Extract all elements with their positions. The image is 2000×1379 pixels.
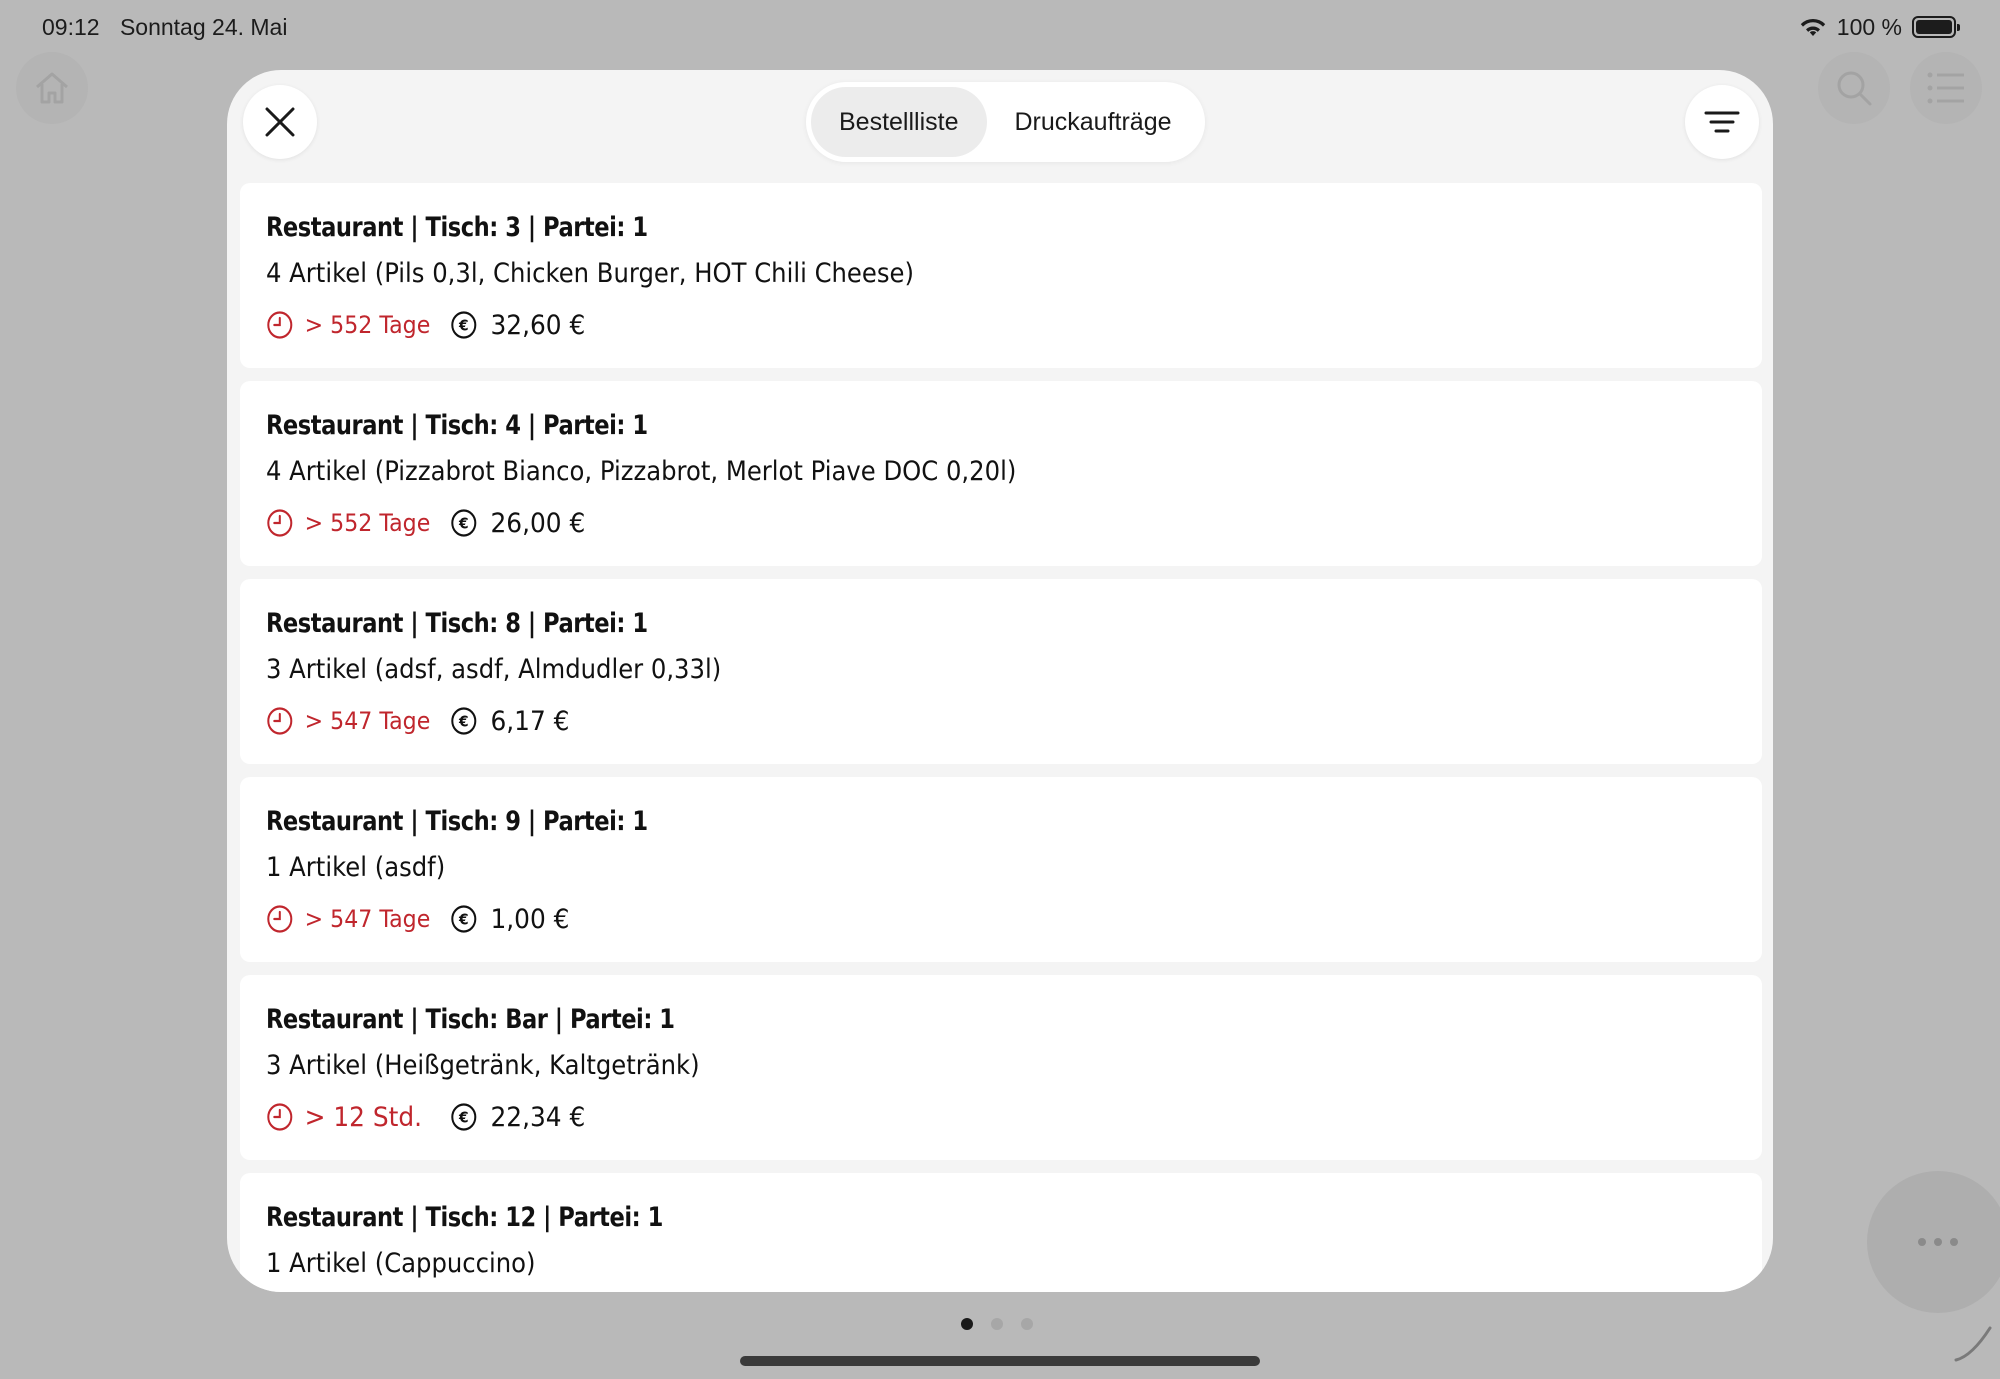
clock-icon [267, 311, 293, 339]
order-age-text: > 552 Tage [304, 311, 431, 339]
svg-text:€: € [458, 516, 469, 533]
more-button[interactable] [1867, 1171, 2000, 1313]
home-indicator[interactable] [740, 1356, 1260, 1366]
home-icon [36, 72, 68, 104]
page-indicator [961, 1318, 1033, 1330]
close-icon [265, 107, 295, 137]
view-switcher: Bestellliste Druckaufträge [806, 82, 1205, 162]
order-age-text: > 547 Tage [304, 707, 431, 735]
order-meta: > 547 Tage € 1,00 € [266, 894, 1736, 944]
order-price-text: 1,00 € [490, 903, 570, 935]
wifi-icon [1800, 18, 1825, 36]
battery-percent: 100 % [1836, 13, 1902, 40]
order-card[interactable]: Restaurant | Tisch: 4 | Partei: 1 4 Arti… [240, 381, 1762, 566]
order-items: 4 Artikel (Pizzabrot Bianco, Pizzabrot, … [266, 456, 1017, 487]
filter-icon [1704, 111, 1740, 133]
search-icon [1837, 71, 1872, 106]
order-card[interactable]: Restaurant | Tisch: 9 | Partei: 1 1 Arti… [240, 777, 1762, 962]
more-icon [1918, 1238, 1958, 1246]
order-price-text: 26,00 € [490, 507, 586, 539]
clock-icon [267, 707, 293, 735]
order-card[interactable]: Restaurant | Tisch: 8 | Partei: 1 3 Arti… [240, 579, 1762, 764]
clock-icon [267, 509, 293, 537]
tab-druckauftraege[interactable]: Druckaufträge [987, 87, 1200, 157]
svg-text:€: € [458, 318, 469, 335]
euro-icon: € [451, 1103, 477, 1131]
tab-bestellliste[interactable]: Bestellliste [811, 87, 987, 157]
order-card[interactable]: Restaurant | Tisch: 3 | Partei: 1 4 Arti… [240, 183, 1762, 368]
order-price: € 22,34 € [450, 1102, 585, 1133]
order-price-text: 32,60 € [490, 309, 586, 341]
order-age: > 547 Tage [266, 904, 435, 934]
svg-text:€: € [458, 1110, 469, 1127]
svg-text:€: € [458, 912, 469, 929]
order-age-text: > 547 Tage [304, 905, 431, 933]
page-dot[interactable] [991, 1318, 1003, 1330]
order-title: Restaurant | Tisch: 4 | Partei: 1 [266, 410, 648, 441]
clock-icon [267, 1103, 293, 1131]
order-price: € 6,17 € [450, 706, 569, 737]
order-age: > 547 Tage [266, 706, 435, 736]
euro-icon: € [451, 311, 477, 339]
page-dot-active[interactable] [961, 1318, 973, 1330]
order-age: > 552 Tage [266, 508, 435, 538]
order-list: Restaurant | Tisch: 3 | Partei: 1 4 Arti… [240, 183, 1762, 1292]
order-items: 1 Artikel (Cappuccino) [266, 1248, 536, 1279]
close-button[interactable] [243, 85, 317, 159]
list-icon [1927, 72, 1964, 104]
euro-icon: € [451, 509, 477, 537]
order-price: € 32,60 € [450, 310, 585, 341]
battery-icon [1912, 16, 1960, 38]
order-title: Restaurant | Tisch: 3 | Partei: 1 [266, 212, 648, 243]
page-dot[interactable] [1021, 1318, 1033, 1330]
order-title: Restaurant | Tisch: Bar | Partei: 1 [266, 1004, 675, 1035]
order-items: 4 Artikel (Pils 0,3l, Chicken Burger, HO… [266, 258, 914, 289]
order-card[interactable]: Restaurant | Tisch: 12 | Partei: 1 1 Art… [240, 1173, 1762, 1292]
status-left: 09:12 Sonntag 24. Mai [42, 14, 301, 41]
order-meta: > 12 Std. € 22,34 € [266, 1092, 1736, 1142]
order-card[interactable]: Restaurant | Tisch: Bar | Partei: 1 3 Ar… [240, 975, 1762, 1160]
status-time: 09:12 [42, 13, 100, 40]
order-list-modal: Bestellliste Druckaufträge Restaurant | … [227, 70, 1773, 1292]
order-meta: > 547 Tage € 6,17 € [266, 696, 1736, 746]
order-price: € 26,00 € [450, 508, 585, 539]
euro-icon: € [451, 905, 477, 933]
svg-text:€: € [458, 714, 469, 731]
euro-icon: € [451, 707, 477, 735]
status-bar: 09:12 Sonntag 24. Mai 100 % [0, 0, 2000, 54]
order-title: Restaurant | Tisch: 8 | Partei: 1 [266, 608, 648, 639]
filter-button[interactable] [1685, 85, 1759, 159]
order-title: Restaurant | Tisch: 12 | Partei: 1 [266, 1202, 663, 1233]
list-button[interactable] [1910, 52, 1982, 124]
order-price: € 1,00 € [450, 904, 569, 935]
status-right: 100 % [1799, 13, 1960, 41]
clock-icon [267, 905, 293, 933]
order-price-text: 6,17 € [490, 705, 570, 737]
order-age: > 12 Std. [266, 1102, 435, 1133]
order-price-text: 22,34 € [490, 1101, 586, 1133]
status-date: Sonntag 24. Mai [119, 13, 288, 40]
order-meta: > 552 Tage € 26,00 € [266, 498, 1736, 548]
order-items: 3 Artikel (adsf, asdf, Almdudler 0,33l) [266, 654, 722, 685]
search-button[interactable] [1818, 52, 1890, 124]
order-age-text: > 12 Std. [304, 1101, 423, 1133]
order-title: Restaurant | Tisch: 9 | Partei: 1 [266, 806, 648, 837]
order-age-text: > 552 Tage [304, 509, 431, 537]
order-age: > 552 Tage [266, 310, 435, 340]
home-button[interactable] [16, 52, 88, 124]
order-meta: > 552 Tage € 32,60 € [266, 300, 1736, 350]
order-items: 1 Artikel (asdf) [266, 852, 446, 883]
order-items: 3 Artikel (Heißgetränk, Kaltgetränk) [266, 1050, 700, 1081]
markup-pen-icon [1954, 1326, 1992, 1362]
